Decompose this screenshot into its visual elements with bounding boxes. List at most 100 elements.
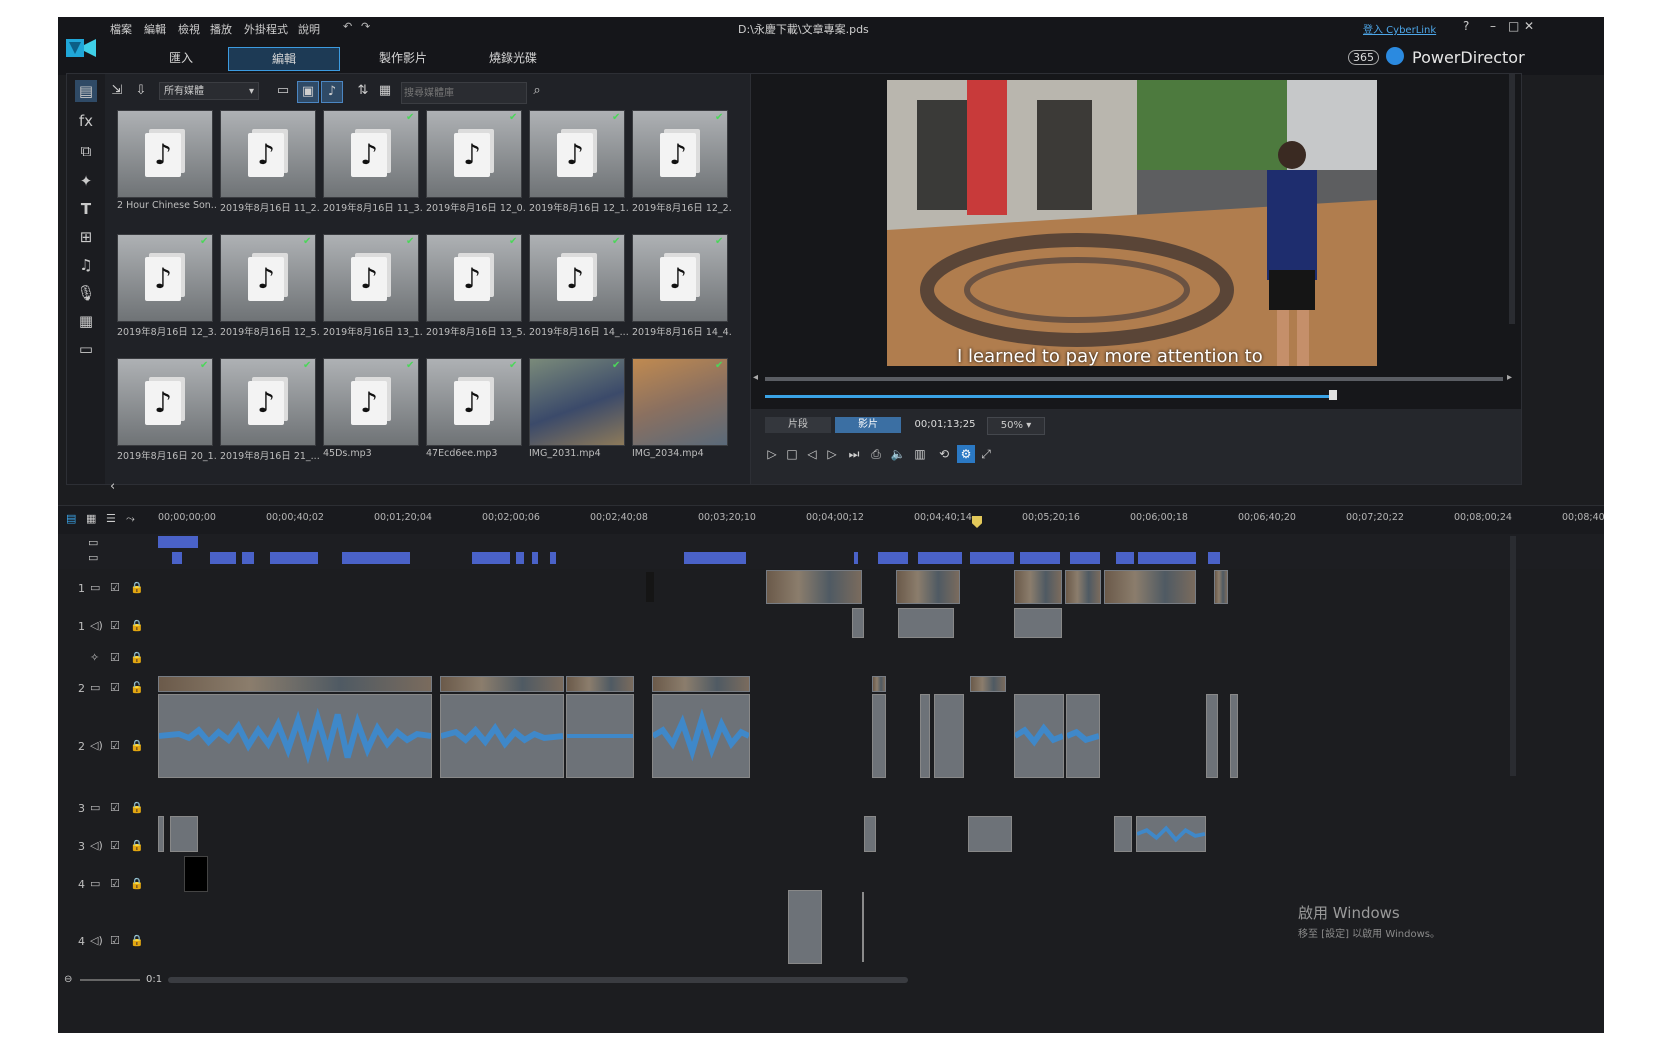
media-item[interactable]: ♪ ✔ 47Ecd6ee.mp3 <box>426 358 522 459</box>
audio-clip[interactable] <box>920 694 930 778</box>
fx-room-icon[interactable]: fx <box>75 110 97 132</box>
enable-track-checkbox[interactable]: ☑ <box>110 877 120 890</box>
audio-clip[interactable] <box>934 694 964 778</box>
video-clip[interactable] <box>440 676 564 692</box>
undo-icon[interactable]: ↶ <box>343 20 357 34</box>
video-clip[interactable] <box>1104 570 1196 604</box>
subtitle-marker[interactable] <box>1208 552 1220 564</box>
redo-icon[interactable]: ↷ <box>361 20 375 34</box>
media-item[interactable]: ✔ IMG_2031.mp4 <box>529 358 625 459</box>
close-icon[interactable]: ✕ <box>1524 19 1534 33</box>
snapshot-icon[interactable]: ⎙ <box>867 445 885 463</box>
audio-clip[interactable] <box>872 694 886 778</box>
media-item[interactable]: ♪ ✔ 2019年8月16日 13_1... <box>323 234 423 338</box>
search-icon[interactable]: ⌕ <box>527 81 547 101</box>
settings-icon[interactable]: ⚙ <box>957 445 975 463</box>
subtitle-marker[interactable] <box>550 552 556 564</box>
media-item[interactable]: ♪ ✔ 2019年8月16日 12_0... <box>426 110 526 214</box>
video-clip[interactable] <box>566 676 634 692</box>
video-clip[interactable] <box>1214 570 1228 604</box>
subtitle-marker[interactable] <box>854 552 858 564</box>
download-icon[interactable]: ⇩ <box>131 81 151 101</box>
library-search-input[interactable] <box>401 82 527 104</box>
filter-audio-icon[interactable]: ♪ <box>321 81 343 103</box>
timeline-vertical-scrollbar[interactable] <box>1510 536 1516 776</box>
filter-image-icon[interactable]: ▣ <box>297 81 319 103</box>
video-clip[interactable] <box>766 570 862 604</box>
video-clip[interactable] <box>872 676 886 692</box>
media-item[interactable]: ♪ ✔ 2019年8月16日 12_1... <box>529 110 629 214</box>
subtitle-marker[interactable] <box>1138 552 1196 564</box>
filter-video-icon[interactable]: ▭ <box>273 81 293 101</box>
previous-frame-icon[interactable]: ◁ <box>803 445 821 463</box>
subtitle-marker[interactable] <box>172 552 182 564</box>
seek-right-icon[interactable]: ▸ <box>1507 372 1512 383</box>
sort-icon[interactable]: ⇅ <box>353 81 373 101</box>
subtitle-marker[interactable] <box>1070 552 1100 564</box>
audio-clip[interactable] <box>1206 694 1218 778</box>
seek-left-icon[interactable]: ◂ <box>753 372 758 383</box>
play-icon[interactable]: ▷ <box>763 445 781 463</box>
title-room-icon[interactable]: T <box>75 198 97 220</box>
chapter-room-icon[interactable]: ▦ <box>75 310 97 332</box>
media-item[interactable]: ♪ ✔ 45Ds.mp3 <box>323 358 419 459</box>
particle-room-icon[interactable]: ✦ <box>75 170 97 192</box>
audio-clip-waveform[interactable] <box>1136 816 1206 852</box>
minimize-icon[interactable]: – <box>1490 19 1496 33</box>
playhead-handle[interactable] <box>1329 390 1338 400</box>
media-item[interactable]: ♪ ✔ 2019年8月16日 20_1... <box>117 358 217 462</box>
zoom-out-icon[interactable]: ⊖ <box>64 974 72 985</box>
tab-produce[interactable]: 製作影片 <box>348 47 458 69</box>
subtitle-marker[interactable] <box>472 552 510 564</box>
snap-icon[interactable]: ⤳ <box>126 512 135 526</box>
audio-clip[interactable] <box>170 816 198 852</box>
video-clip[interactable] <box>1014 570 1062 604</box>
lock-icon[interactable]: 🔒 <box>130 651 144 664</box>
menu-file[interactable]: 檔案 <box>110 21 132 37</box>
enable-track-checkbox[interactable]: ☑ <box>110 581 120 594</box>
transition-room-icon[interactable]: ⊞ <box>75 226 97 248</box>
subtitle-room-icon[interactable]: ▭ <box>75 338 97 360</box>
subtitle-marker[interactable] <box>878 552 908 564</box>
maximize-icon[interactable]: □ <box>1508 19 1519 33</box>
loop-icon[interactable]: ⟲ <box>935 445 953 463</box>
audio-clip[interactable] <box>1230 694 1238 778</box>
pip-room-icon[interactable]: ⧉ <box>75 140 97 162</box>
subtitle-marker[interactable] <box>970 552 1014 564</box>
menu-help[interactable]: 說明 <box>298 21 320 37</box>
enable-track-checkbox[interactable]: ☑ <box>110 934 120 947</box>
enable-track-checkbox[interactable]: ☑ <box>110 681 120 694</box>
seek-track[interactable] <box>765 377 1503 381</box>
media-item[interactable]: ♪ ✔ 2019年8月16日 13_5... <box>426 234 526 338</box>
menu-view[interactable]: 檢視 <box>178 21 200 37</box>
lock-icon[interactable]: 🔒 <box>130 739 144 752</box>
media-item[interactable]: ♪ ✔ 2019年8月16日 12_2... <box>632 110 732 214</box>
lock-icon[interactable]: 🔒 <box>130 619 144 632</box>
audio-clip[interactable] <box>158 816 164 852</box>
next-frame-icon[interactable]: ▷ <box>823 445 841 463</box>
subtitle-marker[interactable] <box>918 552 962 564</box>
lock-icon[interactable]: 🔒 <box>130 839 144 852</box>
media-item[interactable]: ♪ ✔ 2019年8月16日 21_... <box>220 358 320 462</box>
media-item[interactable]: ♪ 2 Hour Chinese Son... <box>117 110 217 211</box>
tab-edit[interactable]: 編輯 <box>228 47 340 71</box>
lock-icon[interactable]: 🔒 <box>130 801 144 814</box>
media-item[interactable]: ♪ ✔ 2019年8月16日 12_3... <box>117 234 217 338</box>
video-clip[interactable] <box>896 570 960 604</box>
storyboard-view-icon[interactable]: ▦ <box>86 512 96 525</box>
enable-track-checkbox[interactable]: ☑ <box>110 651 120 664</box>
media-item[interactable]: ✔ IMG_2034.mp4 <box>632 358 728 459</box>
media-item[interactable]: ♪ ✔ 2019年8月16日 14_... <box>529 234 629 338</box>
tab-import[interactable]: 匯入 <box>136 47 226 69</box>
subtitle-marker[interactable] <box>270 552 318 564</box>
3d-mode-icon[interactable]: ▥ <box>911 445 929 463</box>
audio-clip[interactable] <box>968 816 1012 852</box>
subtitle-marker[interactable] <box>342 552 410 564</box>
enable-track-checkbox[interactable]: ☑ <box>110 619 120 632</box>
subtitle-marker[interactable] <box>210 552 236 564</box>
audio-clip[interactable] <box>864 816 876 852</box>
subtitle-marker[interactable] <box>1020 552 1060 564</box>
undock-icon[interactable]: ⤢ <box>977 445 995 463</box>
lock-icon[interactable]: 🔒 <box>130 581 144 594</box>
video-clip[interactable] <box>652 676 750 692</box>
